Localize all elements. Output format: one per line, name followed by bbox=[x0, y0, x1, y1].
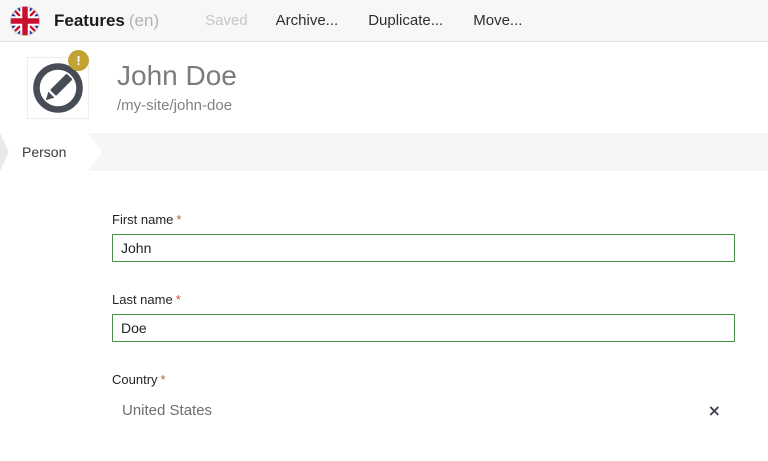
country-label: Country* bbox=[112, 372, 735, 387]
tab-strip: Person bbox=[0, 133, 768, 171]
first-name-field-group: First name* bbox=[112, 212, 735, 262]
person-form: First name* Last name* Country* United S… bbox=[112, 212, 735, 419]
first-name-input[interactable] bbox=[112, 234, 735, 262]
context-title-text: Features bbox=[54, 11, 125, 30]
page-title: John Doe bbox=[117, 60, 237, 92]
context-title: Features(en) bbox=[54, 11, 159, 31]
last-name-field-group: Last name* bbox=[112, 292, 735, 342]
duplicate-menu-item[interactable]: Duplicate... bbox=[368, 12, 443, 29]
tab-person-label: Person bbox=[22, 144, 66, 160]
required-asterisk: * bbox=[161, 372, 166, 387]
archive-menu-item[interactable]: Archive... bbox=[276, 12, 339, 29]
country-label-text: Country bbox=[112, 372, 158, 387]
required-asterisk: * bbox=[176, 212, 181, 227]
required-asterisk: * bbox=[176, 292, 181, 307]
first-name-label-text: First name bbox=[112, 212, 173, 227]
page-slug: /my-site/john-doe bbox=[117, 97, 232, 114]
country-field-group: Country* United States × bbox=[112, 372, 735, 419]
top-bar: Features(en) Saved Archive... Duplicate.… bbox=[0, 0, 768, 42]
context-menu: Archive... Duplicate... Move... bbox=[276, 12, 523, 29]
warning-badge-icon: ! bbox=[68, 50, 89, 71]
tab-person[interactable]: Person bbox=[0, 133, 102, 171]
first-name-label: First name* bbox=[112, 212, 735, 227]
document-header: ! John Doe /my-site/john-doe bbox=[0, 42, 768, 132]
last-name-label: Last name* bbox=[112, 292, 735, 307]
country-select[interactable]: United States × bbox=[112, 394, 735, 419]
clear-selection-icon[interactable]: × bbox=[708, 403, 721, 419]
save-status-button[interactable]: Saved bbox=[205, 12, 248, 29]
move-menu-item[interactable]: Move... bbox=[473, 12, 522, 29]
locale-label: (en) bbox=[129, 11, 159, 30]
last-name-label-text: Last name bbox=[112, 292, 173, 307]
country-selected-value: United States bbox=[122, 402, 212, 419]
uk-flag-icon bbox=[10, 6, 40, 36]
last-name-input[interactable] bbox=[112, 314, 735, 342]
